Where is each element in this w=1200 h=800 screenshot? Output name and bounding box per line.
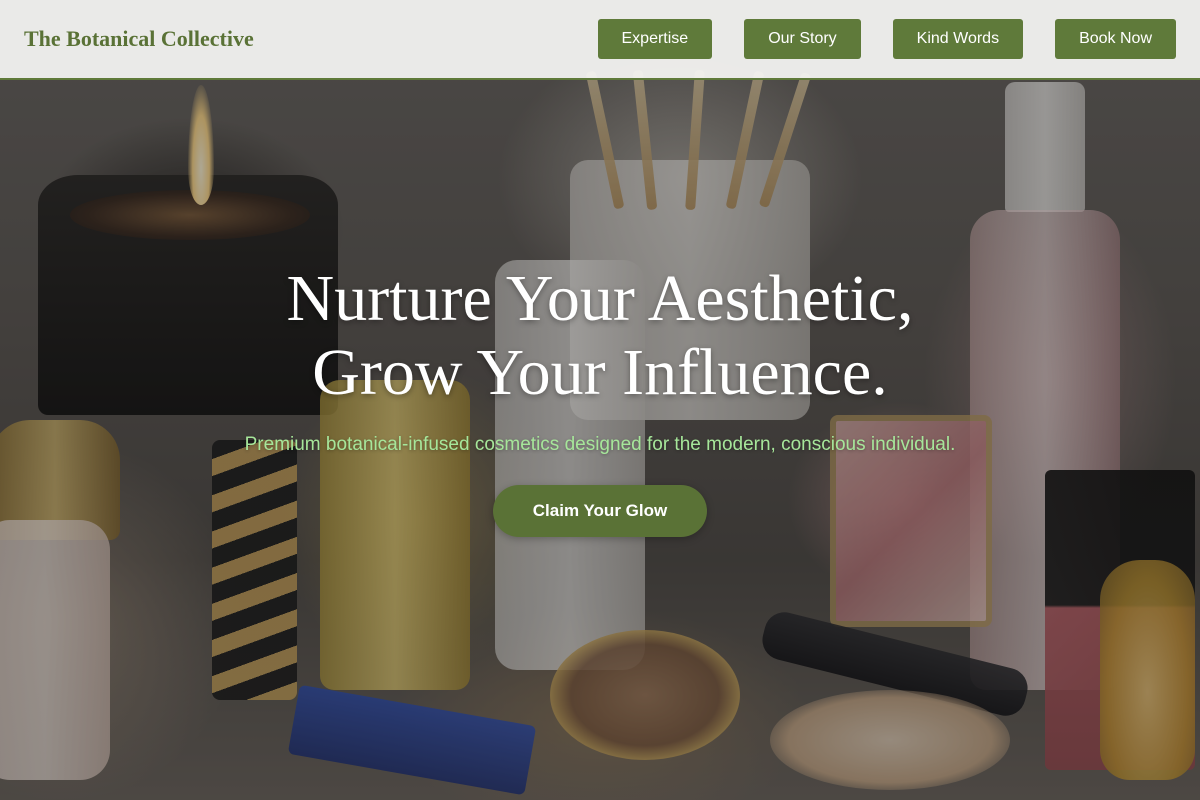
nav-kind-words-button[interactable]: Kind Words — [892, 19, 1024, 59]
site-header: The Botanical Collective Expertise Our S… — [0, 0, 1200, 80]
brand-logo[interactable]: The Botanical Collective — [24, 26, 254, 52]
nav-expertise-button[interactable]: Expertise — [597, 19, 713, 59]
hero-title-line-1: Nurture Your Aesthetic, — [286, 262, 914, 335]
hero-section: Nurture Your Aesthetic, Grow Your Influe… — [0, 262, 1200, 537]
nav-book-now-button[interactable]: Book Now — [1055, 19, 1176, 59]
hero-title-line-2: Grow Your Influence. — [312, 336, 888, 409]
main-nav: Expertise Our Story Kind Words Book Now — [597, 19, 1176, 59]
claim-your-glow-button[interactable]: Claim Your Glow — [492, 485, 708, 537]
hero-subtitle: Premium botanical-infused cosmetics desi… — [244, 434, 956, 455]
hero-title: Nurture Your Aesthetic, Grow Your Influe… — [0, 262, 1200, 410]
nav-our-story-button[interactable]: Our Story — [744, 19, 861, 59]
page: The Botanical Collective Expertise Our S… — [0, 0, 1200, 800]
